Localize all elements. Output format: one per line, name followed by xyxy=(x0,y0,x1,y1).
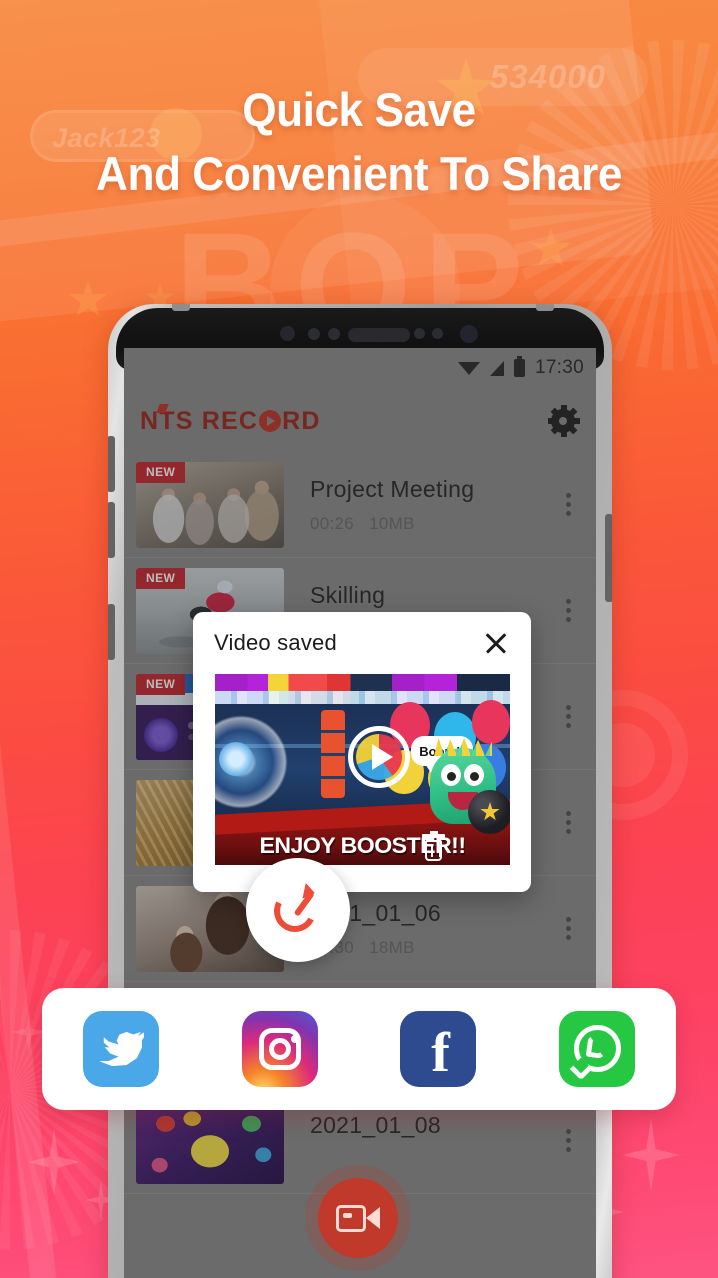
phone-antenna-right xyxy=(536,304,554,311)
volume-down-button[interactable] xyxy=(108,502,115,558)
sensor-icon-2 xyxy=(328,328,340,340)
deco-stripe-2 xyxy=(0,609,66,1278)
preview-banner-text: ENJOY BOOSTER!! xyxy=(259,833,466,858)
trash-lid xyxy=(422,831,445,838)
deco-sparkle-icon-1 xyxy=(28,1128,80,1196)
twitter-bird-glyph xyxy=(99,1031,145,1067)
sensor-icon-1 xyxy=(308,328,320,340)
promo-headline: Quick Save And Convenient To Share xyxy=(22,78,697,206)
facebook-icon[interactable]: f xyxy=(400,1011,477,1087)
video-preview[interactable]: Boom!! ENJOY BOOSTER!! xyxy=(215,674,510,865)
share-button[interactable] xyxy=(246,858,350,962)
front-camera-icon xyxy=(280,326,295,341)
camera-body xyxy=(336,1204,366,1232)
twitter-icon[interactable] xyxy=(83,1011,160,1087)
record-button[interactable] xyxy=(318,1178,398,1258)
sensor-icon-4 xyxy=(432,328,443,339)
video-camera-icon xyxy=(336,1204,380,1232)
volume-up-button[interactable] xyxy=(108,436,115,492)
share-sheet: f xyxy=(42,988,676,1110)
deco-star-icon-3 xyxy=(530,228,572,267)
headline-line-1: Quick Save xyxy=(242,83,476,136)
dialog-header: Video saved xyxy=(193,612,531,674)
assistant-button[interactable] xyxy=(108,604,115,660)
phone-antenna-left xyxy=(172,304,190,311)
instagram-icon[interactable] xyxy=(241,1011,318,1087)
video-saved-dialog: Video saved Boom!! ENJOY B xyxy=(193,612,531,892)
earpiece-speaker xyxy=(348,328,410,342)
deco-star-icon-2 xyxy=(68,280,108,317)
trash-icon[interactable] xyxy=(422,831,445,861)
preview-blocks xyxy=(321,710,345,798)
share-arrowhead xyxy=(302,883,317,901)
instagram-dot-glyph xyxy=(290,1035,299,1043)
whatsapp-icon[interactable] xyxy=(558,1011,635,1087)
monster-eye-left xyxy=(441,764,461,786)
bomb-icon xyxy=(468,790,510,834)
deco-sparkle-icon-3 xyxy=(622,1118,680,1192)
bomb-star-icon xyxy=(480,802,500,821)
close-icon[interactable] xyxy=(483,630,509,656)
trash-can xyxy=(425,840,442,861)
camera-lens xyxy=(366,1206,380,1229)
play-icon[interactable] xyxy=(348,726,410,788)
headline-line-2: And Convenient To Share xyxy=(96,147,622,200)
share-arrow-icon xyxy=(268,883,325,938)
power-button[interactable] xyxy=(605,514,612,602)
deco-sparkle-icon-5 xyxy=(12,1010,46,1054)
monster-eye-right xyxy=(464,764,484,786)
instagram-lens-glyph xyxy=(268,1038,291,1060)
sensor-icon-3 xyxy=(414,328,425,339)
dialog-title: Video saved xyxy=(214,630,337,655)
preview-orb-core xyxy=(219,742,253,776)
balloon-icon-3 xyxy=(472,700,510,744)
front-camera-icon-2 xyxy=(460,325,478,343)
facebook-f-glyph: f xyxy=(431,1022,450,1084)
